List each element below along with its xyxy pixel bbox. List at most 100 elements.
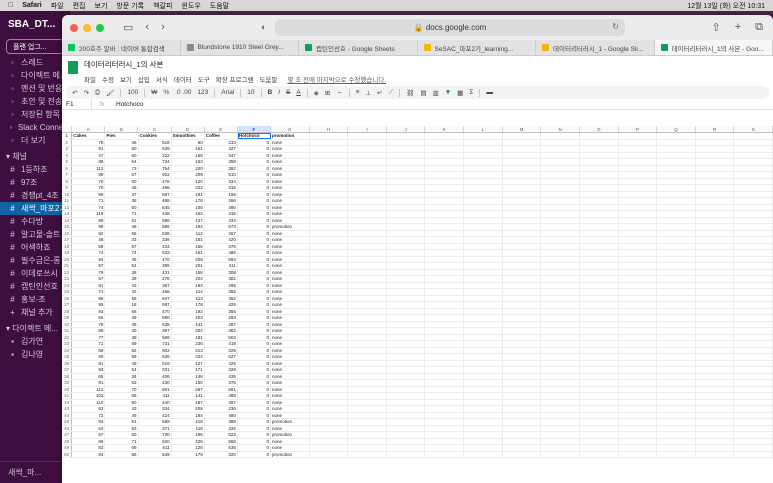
- empty-cell[interactable]: [541, 230, 580, 236]
- cell[interactable]: 549: [139, 451, 172, 457]
- empty-cell[interactable]: [503, 393, 542, 399]
- sheets-logo-icon[interactable]: [68, 61, 78, 74]
- row-number[interactable]: 9: [62, 185, 73, 191]
- empty-cell[interactable]: [734, 425, 773, 431]
- empty-cell[interactable]: [657, 438, 696, 444]
- empty-cell[interactable]: [348, 256, 387, 262]
- cell[interactable]: 89: [72, 159, 106, 165]
- empty-cell[interactable]: [541, 191, 580, 197]
- cell[interactable]: 33: [105, 237, 139, 243]
- empty-cell[interactable]: [696, 211, 735, 217]
- reload-icon[interactable]: ↻: [612, 22, 619, 31]
- empty-cell[interactable]: [387, 159, 426, 165]
- forward-icon[interactable]: ›: [161, 21, 165, 34]
- cell[interactable]: 0: [238, 302, 272, 308]
- cell[interactable]: 236: [172, 341, 205, 347]
- empty-cell[interactable]: [541, 146, 580, 152]
- number-format-select[interactable]: 123: [197, 89, 208, 96]
- empty-cell[interactable]: [541, 315, 580, 321]
- cell[interactable]: 456: [139, 289, 172, 295]
- cell[interactable]: none: [271, 328, 310, 334]
- cell[interactable]: 81: [72, 282, 106, 288]
- cell[interactable]: none: [271, 425, 310, 431]
- cell[interactable]: 490: [205, 204, 238, 210]
- cell[interactable]: 69: [105, 445, 139, 451]
- empty-cell[interactable]: [464, 445, 503, 451]
- empty-cell[interactable]: [425, 204, 465, 210]
- cell[interactable]: 60: [72, 315, 106, 321]
- cell[interactable]: none: [271, 315, 310, 321]
- empty-cell[interactable]: [425, 133, 465, 139]
- empty-cell[interactable]: [580, 237, 619, 243]
- empty-cell[interactable]: [310, 380, 349, 386]
- empty-cell[interactable]: [425, 354, 465, 360]
- cell[interactable]: 597: [139, 302, 172, 308]
- cell[interactable]: 38: [105, 198, 139, 204]
- empty-cell[interactable]: [387, 172, 426, 178]
- browser-tab[interactable]: 200호주 알바 : 네이버 통합검색: [62, 40, 181, 55]
- empty-cell[interactable]: [580, 315, 619, 321]
- empty-cell[interactable]: [541, 139, 580, 145]
- cell[interactable]: none: [271, 341, 310, 347]
- empty-cell[interactable]: [425, 438, 465, 444]
- empty-cell[interactable]: [657, 172, 696, 178]
- empty-cell[interactable]: [348, 308, 387, 314]
- cell[interactable]: 431: [139, 269, 172, 275]
- dm-item[interactable]: ▪ 김가연: [0, 335, 70, 348]
- empty-cell[interactable]: [657, 198, 696, 204]
- cell[interactable]: none: [271, 250, 310, 256]
- empty-cell[interactable]: [425, 328, 465, 334]
- empty-cell[interactable]: [580, 263, 619, 269]
- cell[interactable]: 406: [139, 373, 172, 379]
- cell[interactable]: 0: [238, 198, 272, 204]
- empty-cell[interactable]: [387, 321, 426, 327]
- empty-cell[interactable]: [541, 373, 580, 379]
- row-number[interactable]: 7: [62, 172, 73, 178]
- empty-cell[interactable]: [310, 217, 349, 223]
- empty-cell[interactable]: [310, 198, 349, 204]
- empty-cell[interactable]: [310, 256, 349, 262]
- new-tab-icon[interactable]: +: [735, 21, 741, 34]
- empty-cell[interactable]: [619, 198, 658, 204]
- empty-cell[interactable]: [619, 276, 658, 282]
- cell[interactable]: 18: [105, 302, 139, 308]
- cell[interactable]: 0: [238, 328, 272, 334]
- empty-cell[interactable]: [464, 386, 503, 392]
- header-cell[interactable]: Smoothies: [172, 133, 205, 139]
- empty-cell[interactable]: [619, 269, 658, 275]
- empty-cell[interactable]: [387, 315, 426, 321]
- empty-cell[interactable]: [425, 302, 465, 308]
- cell[interactable]: 86: [72, 438, 106, 444]
- column-header[interactable]: N: [541, 126, 580, 132]
- empty-cell[interactable]: [503, 406, 542, 412]
- cell[interactable]: 331: [139, 367, 172, 373]
- empty-cell[interactable]: [657, 178, 696, 184]
- empty-cell[interactable]: [348, 198, 387, 204]
- cell[interactable]: 601: [139, 386, 172, 392]
- cell[interactable]: 434: [205, 217, 238, 223]
- empty-cell[interactable]: [348, 360, 387, 366]
- cell[interactable]: 0: [238, 406, 272, 412]
- empty-cell[interactable]: [696, 178, 735, 184]
- cell[interactable]: 0: [238, 321, 272, 327]
- empty-cell[interactable]: [310, 178, 349, 184]
- cell[interactable]: 0: [238, 393, 272, 399]
- cell[interactable]: 213: [172, 347, 205, 353]
- empty-cell[interactable]: [503, 360, 542, 366]
- empty-cell[interactable]: [310, 445, 349, 451]
- cell[interactable]: 72: [72, 412, 106, 418]
- empty-cell[interactable]: [425, 185, 465, 191]
- empty-cell[interactable]: [734, 282, 773, 288]
- column-header[interactable]: J: [387, 126, 426, 132]
- empty-cell[interactable]: [580, 282, 619, 288]
- empty-cell[interactable]: [696, 302, 735, 308]
- empty-cell[interactable]: [348, 334, 387, 340]
- empty-cell[interactable]: [734, 432, 773, 438]
- empty-cell[interactable]: [541, 321, 580, 327]
- empty-cell[interactable]: [657, 224, 696, 230]
- empty-cell[interactable]: [580, 302, 619, 308]
- empty-cell[interactable]: [734, 178, 773, 184]
- empty-cell[interactable]: [657, 243, 696, 249]
- cell[interactable]: 588: [139, 217, 172, 223]
- empty-cell[interactable]: [503, 282, 542, 288]
